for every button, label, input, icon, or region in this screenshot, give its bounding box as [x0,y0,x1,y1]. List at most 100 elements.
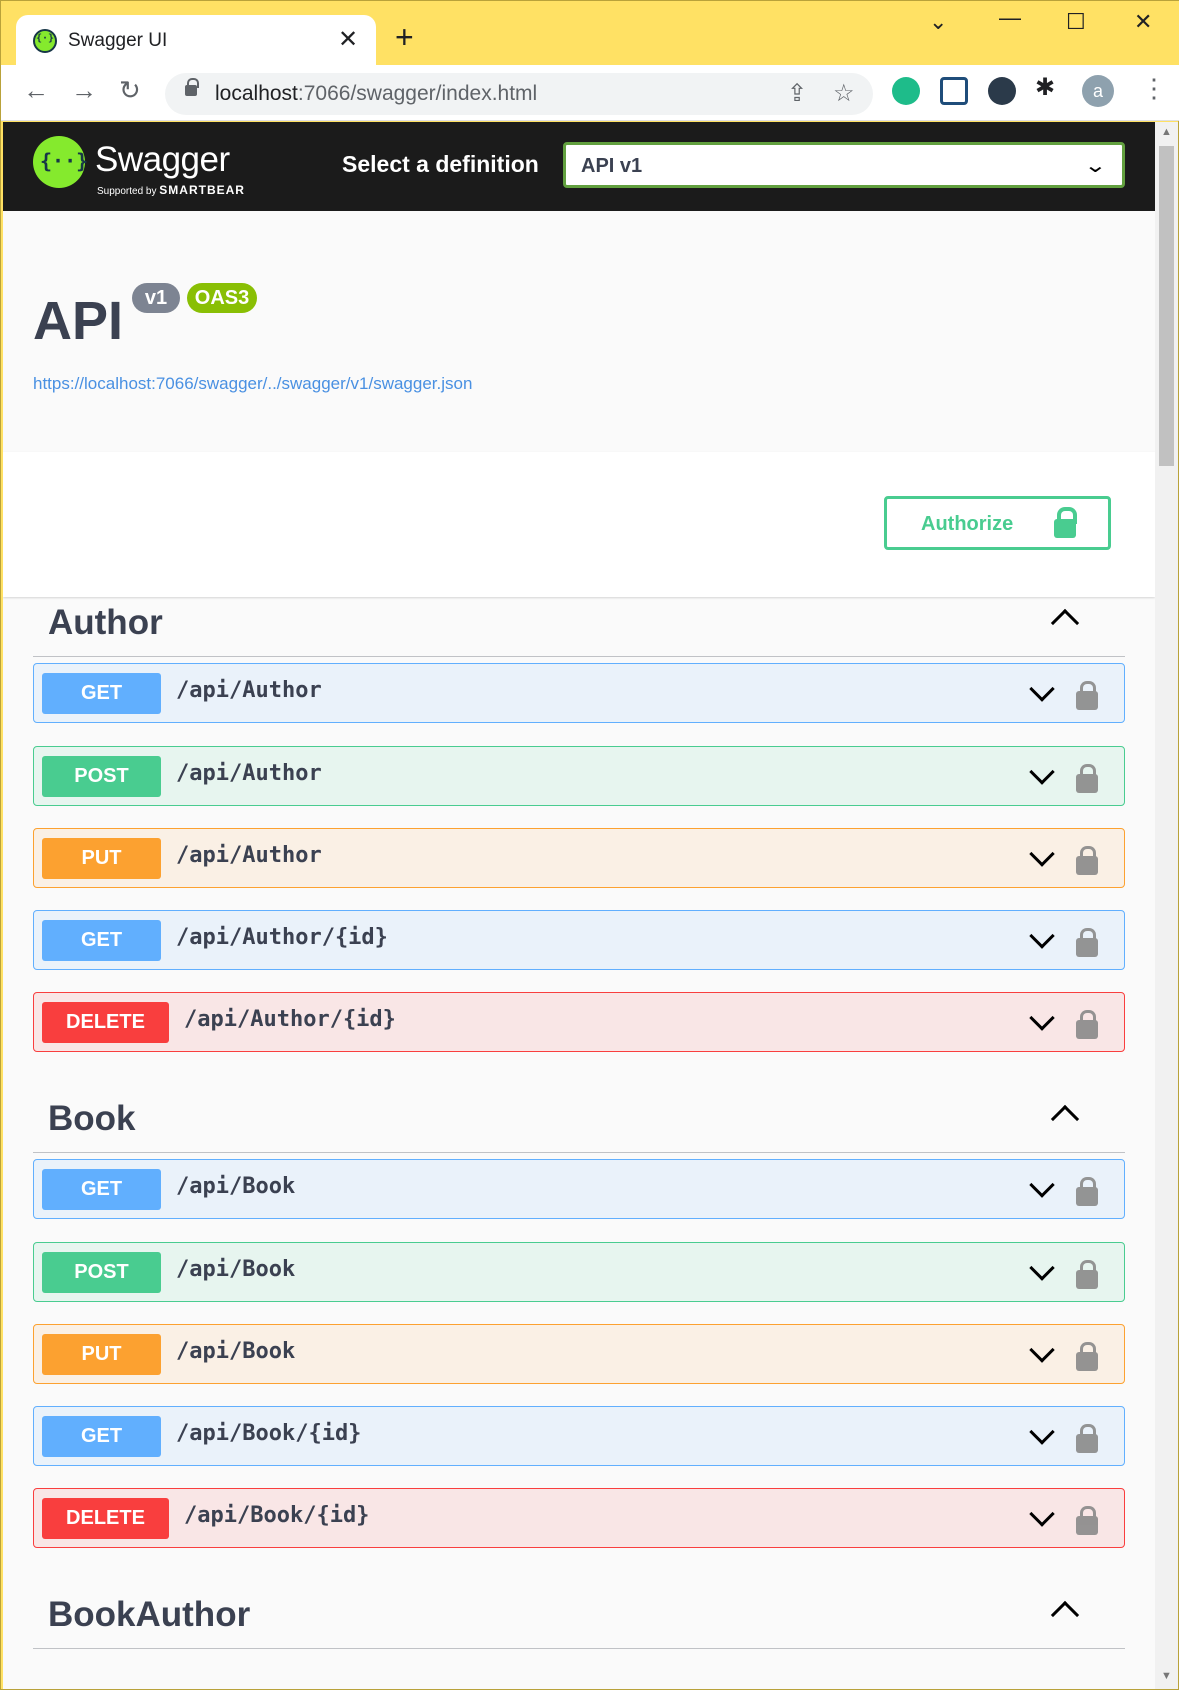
extension-sync-icon[interactable] [892,77,920,105]
method-badge: GET [42,673,161,714]
maximize-icon[interactable]: ☐ [1066,9,1086,35]
browser-menu-icon[interactable]: ⋮ [1141,73,1167,104]
tag-header-author[interactable]: Author [33,591,1125,657]
lock-icon[interactable] [1076,1177,1098,1206]
method-badge: DELETE [42,1002,169,1043]
lock-icon[interactable] [1076,1342,1098,1371]
authorize-button[interactable]: Authorize [884,496,1111,550]
method-badge: GET [42,920,161,961]
operation-row[interactable]: DELETE /api/Book/{id} [33,1488,1125,1548]
share-icon[interactable]: ⇪ [787,79,807,108]
oas-badge: OAS3 [187,283,257,313]
chevron-down-icon[interactable] [1029,1337,1055,1363]
tag-title: Author [48,603,163,642]
swagger-logo-icon[interactable]: {··} [33,136,88,188]
definition-select[interactable]: API v1 ⌄ [563,142,1125,188]
api-info: API v1 OAS3 https://localhost:7066/swagg… [3,211,1155,452]
url-text: localhost:7066/swagger/index.html [215,82,538,105]
method-badge: PUT [42,1334,161,1375]
address-bar[interactable]: localhost:7066/swagger/index.html ⇪ ☆ [165,73,873,115]
operation-row[interactable]: GET /api/Author [33,663,1125,723]
close-tab-icon[interactable]: ✕ [338,25,358,54]
new-tab-icon[interactable]: + [395,21,414,53]
browser-tab[interactable]: Swagger UI ✕ [16,15,376,66]
lock-icon[interactable] [1076,1260,1098,1289]
profile-avatar[interactable]: a [1082,75,1114,107]
chevron-down-icon[interactable] [1029,1172,1055,1198]
method-badge: GET [42,1169,161,1210]
method-badge: DELETE [42,1498,169,1539]
back-icon[interactable]: ← [23,75,49,106]
extension-e-icon[interactable] [988,77,1016,105]
tag-header-book[interactable]: Book [33,1087,1125,1153]
chevron-down-icon[interactable] [1029,676,1055,702]
tab-search-icon[interactable]: ⌄ [929,9,947,35]
spec-url-link[interactable]: https://localhost:7066/swagger/../swagge… [33,374,472,394]
lock-icon[interactable] [1076,1424,1098,1453]
lock-icon[interactable] [185,78,199,96]
minimize-icon[interactable]: — [999,5,1021,31]
chevron-up-icon[interactable] [1050,1600,1080,1630]
scroll-down-icon[interactable]: ▼ [1161,1670,1172,1682]
operation-path: /api/Author/{id} [176,925,388,950]
chevron-down-icon: ⌄ [1083,155,1108,177]
operation-path: /api/Author [176,843,322,868]
swagger-topbar: {··} Swagger Supported by SMARTBEAR Sele… [3,122,1155,211]
select-definition-label: Select a definition [342,151,539,177]
operation-path: /api/Book/{id} [184,1503,370,1528]
extension-chart-icon[interactable] [940,77,968,105]
chevron-down-icon[interactable] [1029,923,1055,949]
operation-row[interactable]: PUT /api/Book [33,1324,1125,1384]
lock-icon[interactable] [1076,1506,1098,1535]
tab-title: Swagger UI [68,30,168,51]
chevron-up-icon[interactable] [1050,608,1080,638]
scheme-container: Authorize [3,452,1155,597]
chevron-down-icon[interactable] [1029,1501,1055,1527]
puzzle-icon[interactable]: ✱ [1035,73,1055,102]
operation-row[interactable]: POST /api/Book [33,1242,1125,1302]
operation-path: /api/Book/{id} [176,1421,362,1446]
close-window-icon[interactable]: ✕ [1134,9,1152,35]
lock-icon[interactable] [1076,928,1098,957]
chevron-down-icon[interactable] [1029,1005,1055,1031]
operation-path: /api/Author/{id} [184,1007,396,1032]
method-badge: PUT [42,838,161,879]
bookmark-star-icon[interactable]: ☆ [833,79,855,108]
unlocked-icon [1054,507,1077,538]
chevron-down-icon[interactable] [1029,1419,1055,1445]
operation-path: /api/Book [176,1257,296,1282]
vertical-scrollbar[interactable]: ▲ ▼ [1155,122,1178,1689]
lock-icon[interactable] [1076,764,1098,793]
tag-title: Book [48,1099,136,1138]
scrollbar-thumb[interactable] [1159,146,1174,466]
operation-path: /api/Author [176,761,322,786]
definition-select-value: API v1 [581,155,643,177]
operation-row[interactable]: GET /api/Book [33,1159,1125,1219]
lock-icon[interactable] [1076,681,1098,710]
operation-row[interactable]: POST /api/Author [33,746,1125,806]
operation-path: /api/Book [176,1339,296,1364]
chevron-up-icon[interactable] [1050,1104,1080,1134]
page-title: API [33,291,124,351]
reload-icon[interactable]: ↻ [119,75,141,106]
operation-row[interactable]: GET /api/Book/{id} [33,1406,1125,1466]
operation-row[interactable]: PUT /api/Author [33,828,1125,888]
scroll-up-icon[interactable]: ▲ [1161,126,1172,138]
method-badge: POST [42,756,161,797]
chevron-down-icon[interactable] [1029,759,1055,785]
browser-toolbar: ← → ↻ localhost:7066/swagger/index.html … [1,65,1179,121]
swagger-favicon-icon [33,29,57,53]
lock-icon[interactable] [1076,846,1098,875]
lock-icon[interactable] [1076,1010,1098,1039]
operation-row[interactable]: GET /api/Author/{id} [33,910,1125,970]
method-badge: GET [42,1416,161,1457]
chevron-down-icon[interactable] [1029,841,1055,867]
chevron-down-icon[interactable] [1029,1255,1055,1281]
operation-row[interactable]: DELETE /api/Author/{id} [33,992,1125,1052]
operation-path: /api/Author [176,678,322,703]
forward-icon[interactable]: → [71,75,97,106]
operation-path: /api/Book [176,1174,296,1199]
tag-header-bookauthor[interactable]: BookAuthor [33,1583,1125,1649]
authorize-label: Authorize [921,513,1014,535]
method-badge: POST [42,1252,161,1293]
